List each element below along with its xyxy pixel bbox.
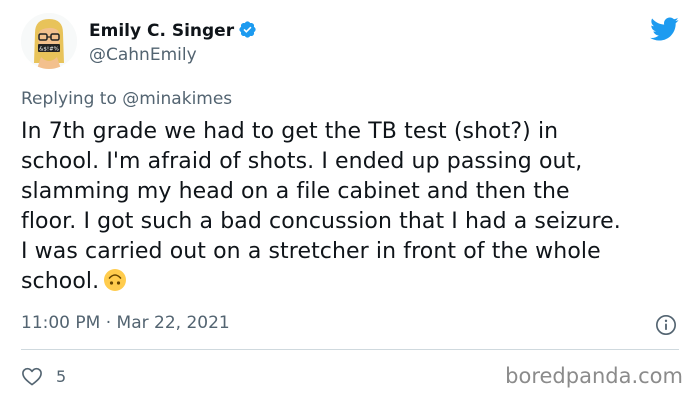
avatar-memoji-image: &$!#% [21,13,77,69]
upside-down-face-emoji-icon [104,269,127,291]
tweet-text: In 7th grade we had to get the TB test (… [21,117,686,297]
twitter-bird-icon[interactable] [649,16,679,42]
author-display-name[interactable]: Emily C. Singer [89,20,257,41]
tweet-line: slamming my head on a file cabinet and t… [21,179,570,204]
author-name-text[interactable]: Emily C. Singer [89,21,234,41]
tweet-line-last: school. [21,267,686,297]
tweet-line: I was carried out on a stretcher in fron… [21,239,601,264]
heart-icon[interactable] [21,366,43,386]
tweet-line: school. I'm afraid of shots. I ended up … [21,149,583,174]
tweet-date[interactable]: Mar 22, 2021 [117,313,230,333]
tweet-card: &$!#% Emily C. Singer @CahnEmily Replyin… [0,0,700,403]
reply-mention-link[interactable]: @minakimes [122,89,232,109]
avatar[interactable]: &$!#% [21,13,77,69]
tweet-timestamp[interactable]: 11:00 PM · Mar 22, 2021 [21,313,230,333]
info-icon[interactable] [655,314,677,336]
avatar-censor-text: &$!#% [39,47,59,53]
tweet-line: floor. I got such a bad concussion that … [21,209,621,234]
verified-badge-icon [239,21,256,38]
meta-separator: · [100,313,117,333]
divider [21,349,679,350]
watermark: boredpanda.com [505,364,683,388]
replying-to-prefix: Replying to [21,89,123,109]
replying-to: Replying to @minakimes [21,89,232,109]
author-handle[interactable]: @CahnEmily [89,45,197,65]
like-button[interactable]: 5 [21,366,66,386]
like-count: 5 [56,366,67,386]
tweet-line-text: school. [21,269,100,294]
tweet-line: In 7th grade we had to get the TB test (… [21,119,559,144]
tweet-time[interactable]: 11:00 PM [21,313,100,333]
